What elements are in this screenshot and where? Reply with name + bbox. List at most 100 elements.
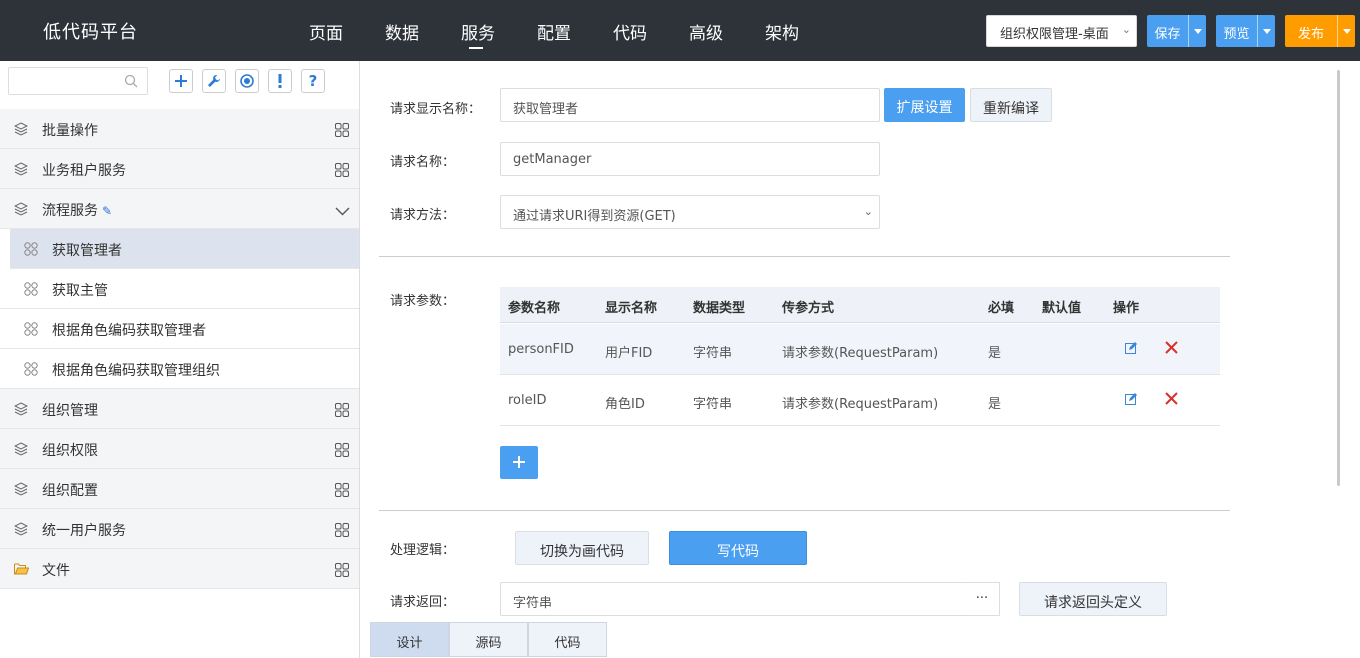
sidebar-item-get-org-by-role[interactable]: 根据角色编码获取管理组织 xyxy=(0,349,359,389)
grid-icon[interactable] xyxy=(335,123,349,141)
request-method-label: 请求方法： xyxy=(390,208,456,223)
edit-icon[interactable] xyxy=(1125,393,1137,409)
save-button-label: 保存 xyxy=(1154,27,1181,42)
nav-config[interactable]: 配置 xyxy=(537,19,571,44)
question-icon: ? xyxy=(308,72,318,90)
chevron-down-icon[interactable] xyxy=(335,204,350,220)
folder-open-icon xyxy=(14,562,30,579)
edit-icon[interactable] xyxy=(1125,342,1137,358)
layers-icon xyxy=(13,202,29,220)
save-button[interactable]: 保存 xyxy=(1147,15,1206,47)
help-button[interactable]: ? xyxy=(301,69,325,93)
sidebar-item-get-supervisor[interactable]: 获取主管 xyxy=(0,269,359,309)
layers-icon xyxy=(13,402,29,420)
delete-icon[interactable] xyxy=(1165,341,1178,358)
layers-icon xyxy=(13,442,29,460)
sidebar-item-label: 获取管理者 xyxy=(52,243,122,259)
column-header: 操作 xyxy=(1113,301,1140,316)
workspace-select[interactable]: 组织权限管理-桌面 ⌄ xyxy=(986,15,1137,47)
write-code-button[interactable]: 写代码 xyxy=(669,531,807,565)
tab-code[interactable]: 代码 xyxy=(528,622,607,657)
exclamation-icon xyxy=(278,74,282,88)
grid-icon[interactable] xyxy=(335,163,349,181)
grid-icon[interactable] xyxy=(335,523,349,541)
sidebar-item-label: 组织管理 xyxy=(42,403,98,419)
column-header: 默认值 xyxy=(1042,301,1082,316)
table-row[interactable]: roleID 角色ID 字符串 请求参数(RequestParam) 是 xyxy=(500,375,1220,426)
recompile-button[interactable]: 重新编译 xyxy=(970,88,1052,122)
sidebar-item-batch-ops[interactable]: 批量操作 xyxy=(0,109,359,149)
param-name: personFID xyxy=(508,342,574,357)
table-row[interactable]: personFID 用户FID 字符串 请求参数(RequestParam) 是 xyxy=(500,324,1220,375)
ext-settings-button[interactable]: 扩展设置 xyxy=(884,88,965,122)
param-display: 用户FID xyxy=(605,346,653,361)
section-divider xyxy=(379,256,1230,257)
param-type: 字符串 xyxy=(693,397,733,412)
grid-icon[interactable] xyxy=(335,403,349,421)
nav-service[interactable]: 服务 xyxy=(461,19,495,49)
display-name-field[interactable]: 获取管理者 xyxy=(500,88,880,122)
tab-source[interactable]: 源码 xyxy=(449,622,528,657)
preview-button[interactable]: 预览 xyxy=(1216,15,1275,47)
return-type-field[interactable]: 字符串 xyxy=(500,582,966,616)
sidebar-item-label: 流程服务 xyxy=(42,203,98,219)
grid-icon[interactable] xyxy=(335,443,349,461)
app-title: 低代码平台 xyxy=(43,22,138,43)
sidebar-item-files[interactable]: 文件 xyxy=(0,549,359,589)
wrench-icon xyxy=(208,75,220,87)
sidebar-item-org-permission[interactable]: 组织权限 xyxy=(0,429,359,469)
sidebar-item-label: 获取主管 xyxy=(52,283,108,299)
param-display: 角色ID xyxy=(605,397,645,412)
sidebar-item-label: 根据角色编码获取管理组织 xyxy=(52,363,220,379)
request-name-field[interactable]: getManager xyxy=(500,142,880,176)
return-header-button[interactable]: 请求返回头定义 xyxy=(1019,582,1167,616)
preview-button-label: 预览 xyxy=(1223,27,1250,42)
sidebar-item-label: 业务租户服务 xyxy=(42,163,126,179)
locate-button[interactable] xyxy=(235,69,259,93)
pencil-icon[interactable]: ✎ xyxy=(102,204,112,218)
warning-button[interactable] xyxy=(268,69,292,93)
publish-button-label: 发布 xyxy=(1297,27,1324,42)
param-required: 是 xyxy=(988,397,1002,412)
request-method-select[interactable]: 通过请求URI得到资源(GET) ⌄ xyxy=(500,195,880,229)
nav-data[interactable]: 数据 xyxy=(385,19,419,44)
sidebar-item-org-management[interactable]: 组织管理 xyxy=(0,389,359,429)
sidebar-search[interactable] xyxy=(8,67,148,95)
nav-code[interactable]: 代码 xyxy=(613,19,647,44)
nav-architecture[interactable]: 架构 xyxy=(765,19,799,44)
logic-label: 处理逻辑： xyxy=(390,543,456,558)
sidebar-item-process-service[interactable]: 流程服务 ✎ xyxy=(0,189,359,229)
nav-advanced[interactable]: 高级 xyxy=(689,19,723,44)
request-params-label: 请求参数： xyxy=(390,294,456,309)
add-button[interactable] xyxy=(169,69,193,93)
tab-design[interactable]: 设计 xyxy=(370,622,449,657)
vertical-scrollbar[interactable] xyxy=(1337,70,1340,486)
workspace-select-value: 组织权限管理-桌面 xyxy=(1000,27,1109,42)
grid-icon[interactable] xyxy=(335,483,349,501)
save-dropdown-arrow-icon[interactable] xyxy=(1188,15,1206,47)
publish-dropdown-arrow-icon[interactable] xyxy=(1337,15,1355,47)
param-required: 是 xyxy=(988,346,1002,361)
nav-page[interactable]: 页面 xyxy=(309,19,343,44)
publish-button[interactable]: 发布 xyxy=(1285,15,1355,47)
search-input[interactable] xyxy=(15,68,125,94)
return-type-picker-button[interactable]: ··· xyxy=(965,582,1000,616)
sidebar-item-get-manager-by-role[interactable]: 根据角色编码获取管理者 xyxy=(0,309,359,349)
sidebar-item-unified-user[interactable]: 统一用户服务 xyxy=(0,509,359,549)
sidebar-item-tenant-service[interactable]: 业务租户服务 xyxy=(0,149,359,189)
column-header: 必填 xyxy=(988,301,1015,316)
preview-dropdown-arrow-icon[interactable] xyxy=(1257,15,1275,47)
search-icon[interactable] xyxy=(124,74,138,92)
switch-visual-code-button[interactable]: 切换为画代码 xyxy=(515,531,649,565)
main-panel: 请求显示名称： 获取管理者 扩展设置 重新编译 请求名称： getManager… xyxy=(360,61,1360,658)
sidebar-item-org-config[interactable]: 组织配置 xyxy=(0,469,359,509)
service-node-icon xyxy=(24,362,38,380)
param-name: roleID xyxy=(508,393,547,408)
add-param-button[interactable] xyxy=(500,446,538,479)
settings-button[interactable] xyxy=(202,69,226,93)
grid-icon[interactable] xyxy=(335,563,349,581)
top-bar: 低代码平台 页面 数据 服务 配置 代码 高级 架构 组织权限管理-桌面 ⌄ 保… xyxy=(0,0,1360,61)
sidebar-item-get-manager[interactable]: 获取管理者 xyxy=(10,229,359,269)
column-header: 显示名称 xyxy=(605,301,658,316)
delete-icon[interactable] xyxy=(1165,392,1178,409)
